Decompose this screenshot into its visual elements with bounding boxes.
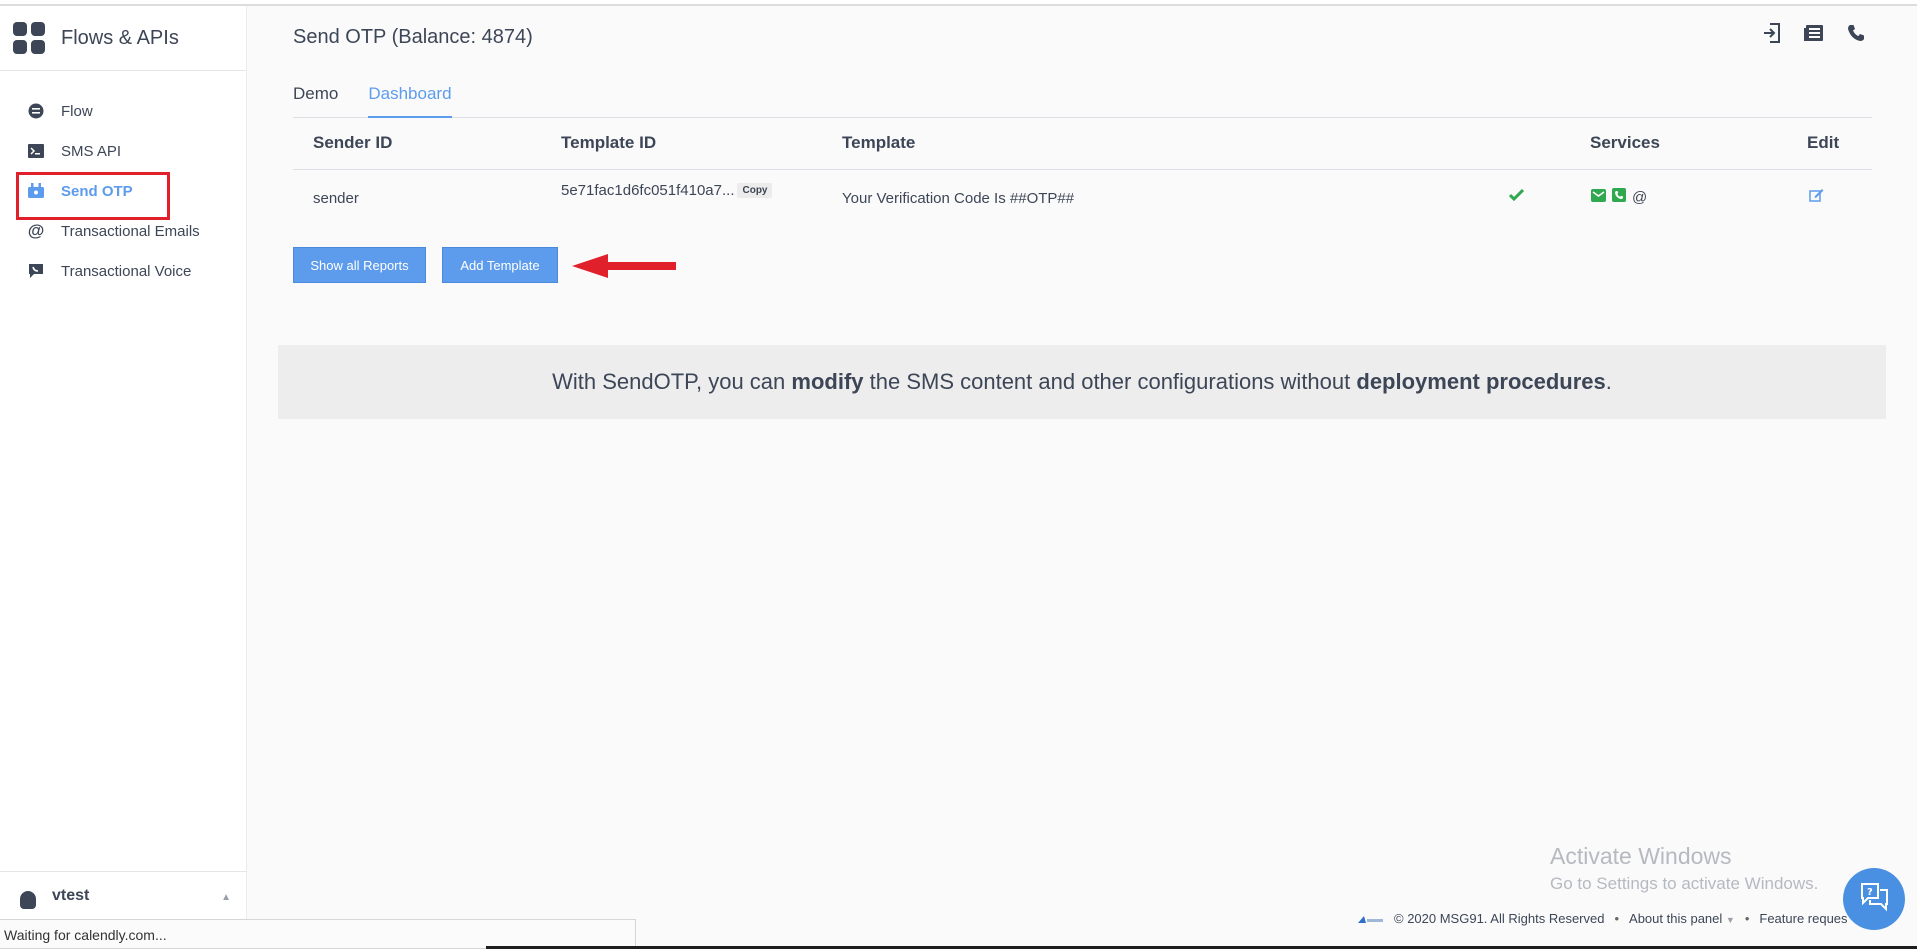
user-menu[interactable]: vtest ▲ [0,871,247,919]
table-header: Sender ID Template ID Template Services … [293,118,1872,170]
info-emphasis: modify [791,369,864,394]
separator-dot: • [1744,911,1750,926]
header-actions [1761,22,1867,44]
sidebar: Flows & APIs Flow SMS API Send OTP @ Tra… [0,6,247,949]
sidebar-item-label: Transactional Emails [61,222,200,240]
table-row: sender 5e71fac1d6fc051f410a7... Copy You… [293,170,1872,226]
sidebar-item-sms-api[interactable]: SMS API [0,131,246,171]
flow-icon [27,102,45,120]
info-part: With SendOTP, you can [552,369,792,394]
docs-icon[interactable] [1803,22,1825,44]
sidebar-item-label: SMS API [61,142,122,160]
email-service-icon: @ [1632,188,1648,206]
sidebar-nav: Flow SMS API Send OTP @ Transactional Em… [0,91,246,291]
at-sign-icon: @ [27,221,45,240]
feature-request-link[interactable]: Feature reques [1759,911,1847,926]
msg91-logo-icon [1358,914,1384,924]
watermark-subtitle: Go to Settings to activate Windows. [1550,874,1819,893]
templates-table: Sender ID Template ID Template Services … [293,118,1872,226]
svg-text:?: ? [1867,887,1873,898]
template-id-cell: 5e71fac1d6fc051f410a7... Copy [561,182,773,199]
column-header-sender-id: Sender ID [313,133,393,152]
sidebar-item-send-otp[interactable]: Send OTP [0,171,246,220]
apps-grid-icon [13,22,45,54]
watermark-title: Activate Windows [1550,843,1732,869]
voice-chat-icon [27,262,45,280]
sidebar-item-label: Transactional Voice [61,262,192,280]
info-emphasis: deployment procedures [1356,369,1606,394]
template-id-value: 5e71fac1d6fc051f410a7... [561,182,735,199]
column-header-edit: Edit [1807,133,1840,152]
top-border [0,0,1917,6]
voice-service-icon [1612,188,1626,206]
caret-down-icon: ▼ [1725,915,1735,925]
brand-title: Flows & APIs [61,26,179,49]
separator-dot: • [1614,911,1620,926]
info-part: the SMS content and other configurations… [863,369,1357,394]
user-name: vtest [52,886,90,904]
copyright-text: © 2020 MSG91. All Rights Reserved [1394,911,1605,926]
column-header-services: Services [1590,133,1660,152]
otp-icon [27,182,45,200]
help-chat-button[interactable]: ? [1843,868,1905,930]
column-header-template: Template [842,133,916,152]
info-banner: With SendOTP, you can modify the SMS con… [278,345,1886,419]
red-arrow-annotation [572,254,676,283]
footer: © 2020 MSG91. All Rights Reserved • Abou… [1358,911,1848,926]
brand[interactable]: Flows & APIs [0,6,246,71]
sidebar-item-transactional-voice[interactable]: Transactional Voice [0,251,246,291]
template-cell: Your Verification Code Is ##OTP## [842,190,1075,207]
about-panel-link[interactable]: About this panel ▼ [1629,911,1735,926]
tab-dashboard[interactable]: Dashboard [368,80,452,118]
edit-icon[interactable] [1809,188,1824,206]
user-avatar-icon [20,890,36,909]
tab-demo[interactable]: Demo [293,80,338,118]
info-part: . [1605,369,1612,394]
column-header-template-id: Template ID [561,133,657,152]
info-text: With SendOTP, you can modify the SMS con… [552,369,1612,395]
page-title: Send OTP (Balance: 4874) [293,26,533,48]
about-panel-label: About this panel [1629,911,1723,926]
sidebar-item-flow[interactable]: Flow [0,91,246,131]
sms-service-icon [1591,188,1606,206]
browser-status-bar: Waiting for calendly.com... [0,919,636,949]
windows-activation-watermark: Activate Windows Go to Settings to activ… [1550,843,1818,894]
add-template-button[interactable]: Add Template [442,247,558,283]
phone-icon[interactable] [1845,22,1867,44]
logout-icon[interactable] [1761,22,1783,44]
sender-id-cell: sender [313,190,359,207]
sidebar-item-label: Send OTP [61,182,133,200]
sidebar-item-label: Flow [61,102,93,120]
copy-button[interactable]: Copy [737,183,773,198]
tabs: Demo Dashboard [293,80,1872,118]
caret-up-icon: ▲ [221,892,231,903]
terminal-icon [27,142,45,160]
show-all-reports-button[interactable]: Show all Reports [293,247,426,283]
chat-question-icon: ? [1856,880,1892,919]
check-icon [1508,188,1525,205]
services-cell: @ [1591,188,1647,206]
sidebar-item-transactional-emails[interactable]: @ Transactional Emails [0,211,246,251]
